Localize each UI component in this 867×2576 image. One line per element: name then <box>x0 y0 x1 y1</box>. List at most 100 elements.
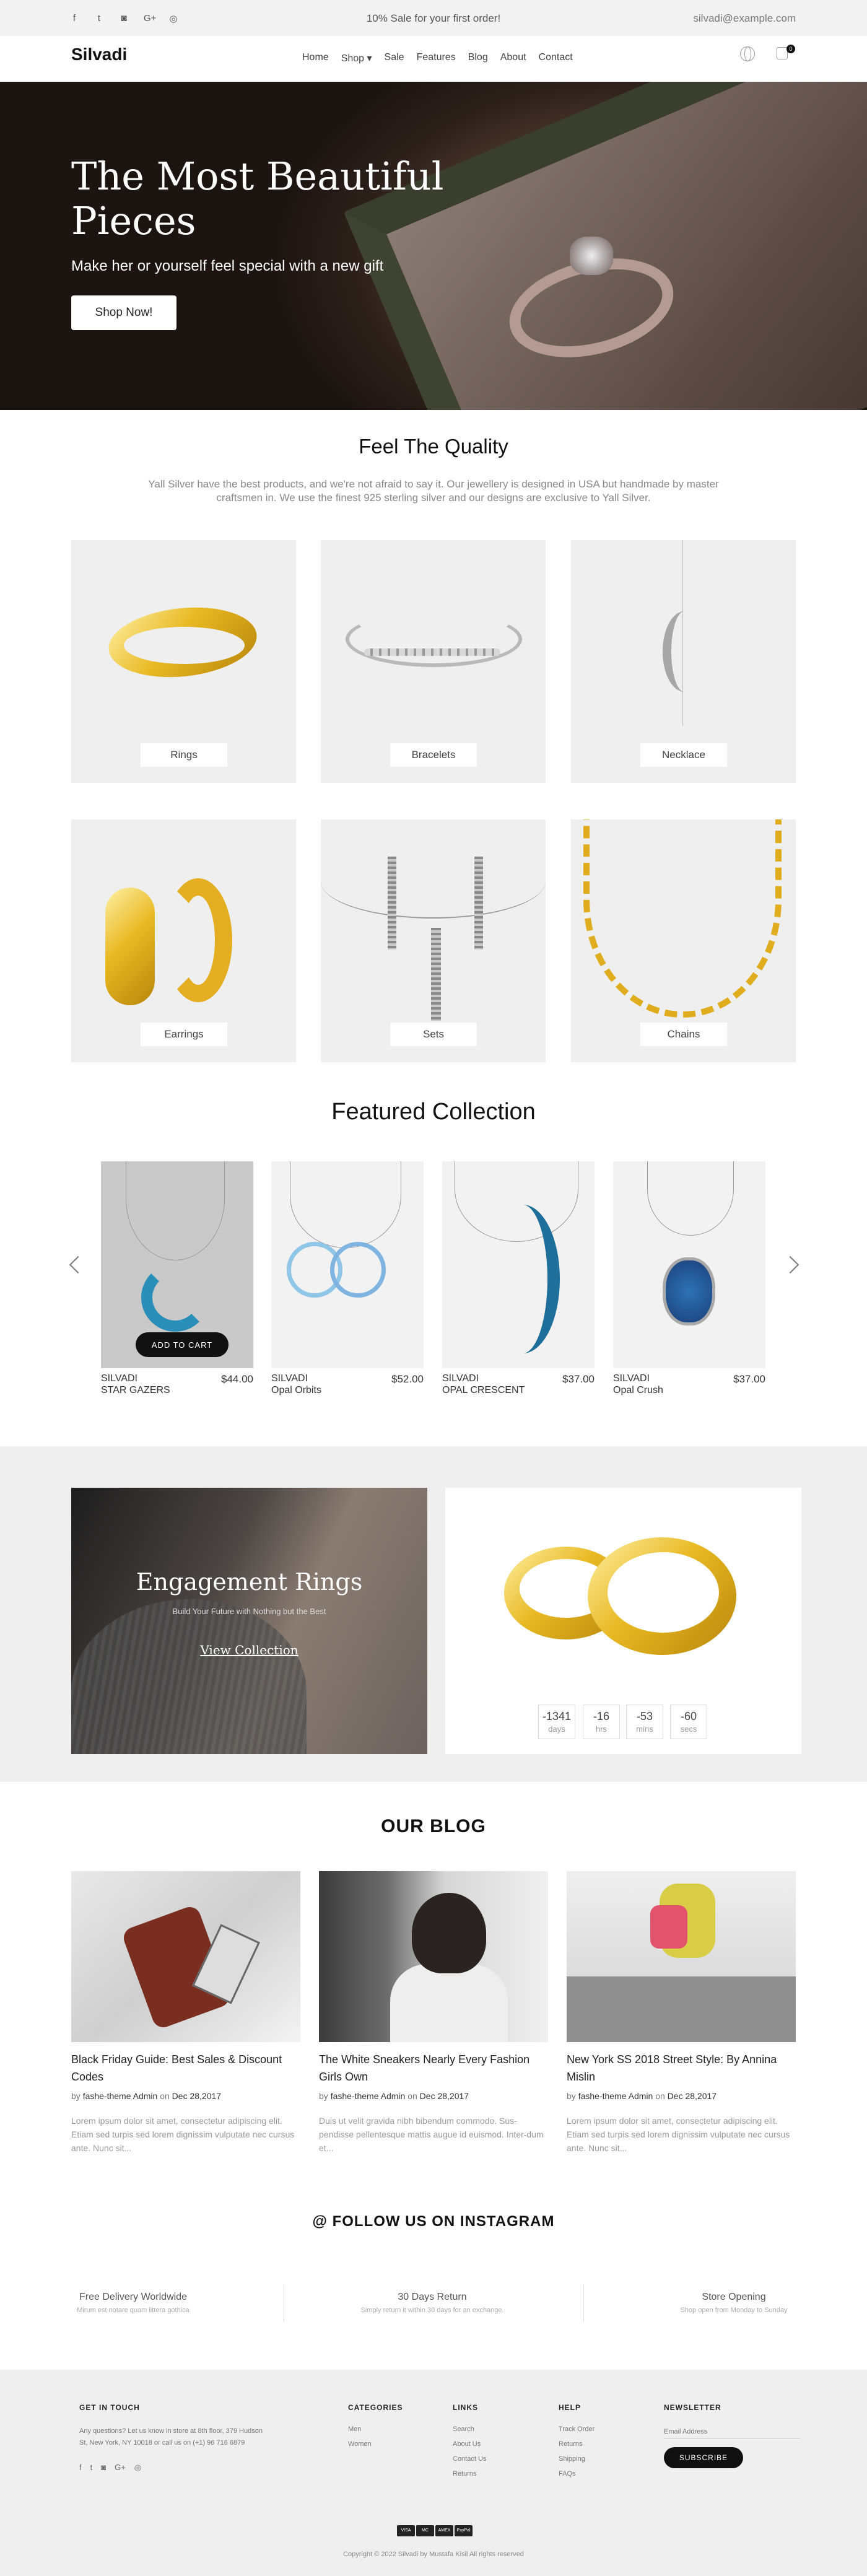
blog-post-title[interactable]: New York SS 2018 Street Style: By Annina… <box>567 2051 796 2085</box>
product-brand: SILVADI <box>101 1373 137 1384</box>
feature-returns: 30 Days Return Simply return it within 3… <box>342 2292 522 2314</box>
blog-post[interactable]: The White Sneakers Nearly Every Fashion … <box>319 1871 548 2153</box>
add-to-cart-button[interactable]: ADD TO CART <box>136 1332 229 1357</box>
subscribe-button[interactable]: SUBSCRIBE <box>664 2447 743 2468</box>
nav-sale[interactable]: Sale <box>385 52 404 64</box>
blog-post-excerpt: Duis ut velit gravida nibh bibendum comm… <box>319 2116 544 2153</box>
product-name[interactable]: STAR GAZERS <box>101 1385 170 1396</box>
instagram-title[interactable]: @ FOLLOW US ON INSTAGRAM <box>0 2213 867 2230</box>
feature-subtitle: Simply return it within 30 days for an e… <box>360 2307 504 2314</box>
product-price: $37.00 <box>562 1373 595 1385</box>
nav-blog[interactable]: Blog <box>468 52 488 64</box>
nav-home[interactable]: Home <box>302 52 329 64</box>
footer-link-returns[interactable]: Returns <box>559 2440 595 2448</box>
category-label[interactable]: Earrings <box>141 1023 227 1046</box>
sweater-image <box>71 1599 307 1754</box>
blog-post-date: Dec 28,2017 <box>419 2091 469 2101</box>
main-header: Silvadi Home Shop ▾ Sale Features Blog A… <box>0 36 867 82</box>
facebook-icon[interactable]: f <box>79 2463 82 2473</box>
countdown-unit: secs <box>680 1724 697 1734</box>
footer-link-contact[interactable]: Contact Us <box>453 2455 486 2463</box>
necklace-crescent <box>663 611 706 692</box>
footer-link-men[interactable]: Men <box>348 2425 403 2433</box>
product-card[interactable]: SILVADI Opal Crush $37.00 <box>613 1161 765 1395</box>
view-collection-link[interactable]: View Collection <box>71 1643 427 1657</box>
footer-link-returns[interactable]: Returns <box>453 2470 486 2478</box>
footer-social-links: f t ◙ G+ ◎ <box>79 2463 265 2473</box>
twitter-icon[interactable]: t <box>90 2463 93 2473</box>
footer-get-in-touch: GET IN TOUCH Any questions? Let us know … <box>79 2403 265 2473</box>
nav-shop[interactable]: Shop ▾ <box>341 52 372 64</box>
paypal-icon: PayPal <box>455 2525 473 2536</box>
quality-description: Yall Silver have the best products, and … <box>148 478 719 504</box>
footer-link-faqs[interactable]: FAQs <box>559 2470 595 2478</box>
crescent-pendant <box>486 1205 560 1353</box>
product-name[interactable]: Opal Orbits <box>271 1385 321 1396</box>
rings-countdown-card: -1341 days -16 hrs -53 mins -60 secs <box>445 1488 801 1754</box>
product-card[interactable]: ADD TO CART SILVADI STAR GAZERS $44.00 <box>101 1161 253 1395</box>
chevron-right-icon[interactable] <box>781 1255 799 1274</box>
by-label: by <box>71 2091 81 2101</box>
blog-post-image[interactable] <box>71 1871 300 2042</box>
blog-post-image[interactable] <box>567 1871 796 2042</box>
nav-about[interactable]: About <box>500 52 526 64</box>
blog-post[interactable]: Black Friday Guide: Best Sales & Discoun… <box>71 1871 300 2153</box>
blog-post-meta: by fashe-theme Admin on Dec 28,2017 <box>71 2091 221 2101</box>
nav-features[interactable]: Features <box>417 52 456 64</box>
site-logo[interactable]: Silvadi <box>71 45 127 64</box>
product-name[interactable]: Opal Crush <box>613 1385 663 1396</box>
nav-contact[interactable]: Contact <box>539 52 573 64</box>
blog-post-author[interactable]: fashe-theme Admin <box>578 2091 653 2101</box>
pink-bag-image <box>650 1905 687 1949</box>
category-card-rings[interactable]: Rings <box>71 540 296 783</box>
blog-post-image[interactable] <box>319 1871 548 2042</box>
product-image[interactable] <box>271 1161 424 1368</box>
sweater-image <box>390 1964 508 2042</box>
engagement-banner[interactable]: Engagement Rings Build Your Future with … <box>71 1488 427 1754</box>
blog-post-author[interactable]: fashe-theme Admin <box>83 2091 158 2101</box>
instagram-icon[interactable]: ◎ <box>134 2463 141 2473</box>
blog-post-title[interactable]: Black Friday Guide: Best Sales & Discoun… <box>71 2051 300 2085</box>
footer-link-track-order[interactable]: Track Order <box>559 2425 595 2433</box>
instagram-icon[interactable]: ◙ <box>101 2463 106 2473</box>
product-card[interactable]: SILVADI OPAL CRESCENT $37.00 <box>442 1161 595 1395</box>
footer-newsletter: NEWSLETTER SUBSCRIBE <box>664 2403 800 2468</box>
blog-post-author[interactable]: fashe-theme Admin <box>331 2091 406 2101</box>
blog-post[interactable]: New York SS 2018 Street Style: By Annina… <box>567 1871 796 2153</box>
feature-subtitle: Shop open from Monday to Sunday <box>680 2307 788 2314</box>
category-card-earrings[interactable]: Earrings <box>71 819 296 1062</box>
hero-ring-stone <box>570 237 613 275</box>
footer-heading: GET IN TOUCH <box>79 2403 140 2412</box>
category-label[interactable]: Chains <box>640 1023 727 1046</box>
category-card-necklace[interactable]: Necklace <box>571 540 796 783</box>
category-card-chains[interactable]: Chains <box>571 819 796 1062</box>
blog-post-title[interactable]: The White Sneakers Nearly Every Fashion … <box>319 2051 548 2085</box>
shop-now-button[interactable]: Shop Now! <box>71 295 176 330</box>
footer-link-about[interactable]: About Us <box>453 2440 486 2448</box>
footer-heading: HELP <box>559 2403 582 2412</box>
sets-earring-left <box>388 857 396 950</box>
footer-link-women[interactable]: Women <box>348 2440 403 2448</box>
product-image[interactable]: ADD TO CART <box>101 1161 253 1368</box>
newsletter-email-input[interactable] <box>664 2425 800 2438</box>
product-image[interactable] <box>442 1161 595 1368</box>
category-label[interactable]: Bracelets <box>390 743 477 767</box>
footer-link-search[interactable]: Search <box>453 2425 486 2433</box>
category-card-bracelets[interactable]: Bracelets <box>321 540 546 783</box>
globe-icon[interactable] <box>740 46 755 61</box>
feature-divider <box>583 2284 584 2321</box>
product-price: $37.00 <box>733 1373 765 1385</box>
chevron-left-icon[interactable] <box>69 1255 87 1274</box>
product-image[interactable] <box>613 1161 765 1368</box>
earring-right-image <box>164 878 232 1002</box>
product-name[interactable]: OPAL CRESCENT <box>442 1385 525 1396</box>
footer-link-shipping[interactable]: Shipping <box>559 2455 595 2463</box>
category-card-sets[interactable]: Sets <box>321 819 546 1062</box>
copyright: Copyright © 2022 Silvadi by Mustafa Kisi… <box>343 2551 524 2558</box>
category-label[interactable]: Rings <box>141 743 227 767</box>
category-label[interactable]: Necklace <box>640 743 727 767</box>
product-card[interactable]: SILVADI Opal Orbits $52.00 <box>271 1161 424 1395</box>
google-plus-icon[interactable]: G+ <box>115 2463 126 2473</box>
category-label[interactable]: Sets <box>390 1023 477 1046</box>
contact-email[interactable]: silvadi@example.com <box>693 12 796 25</box>
